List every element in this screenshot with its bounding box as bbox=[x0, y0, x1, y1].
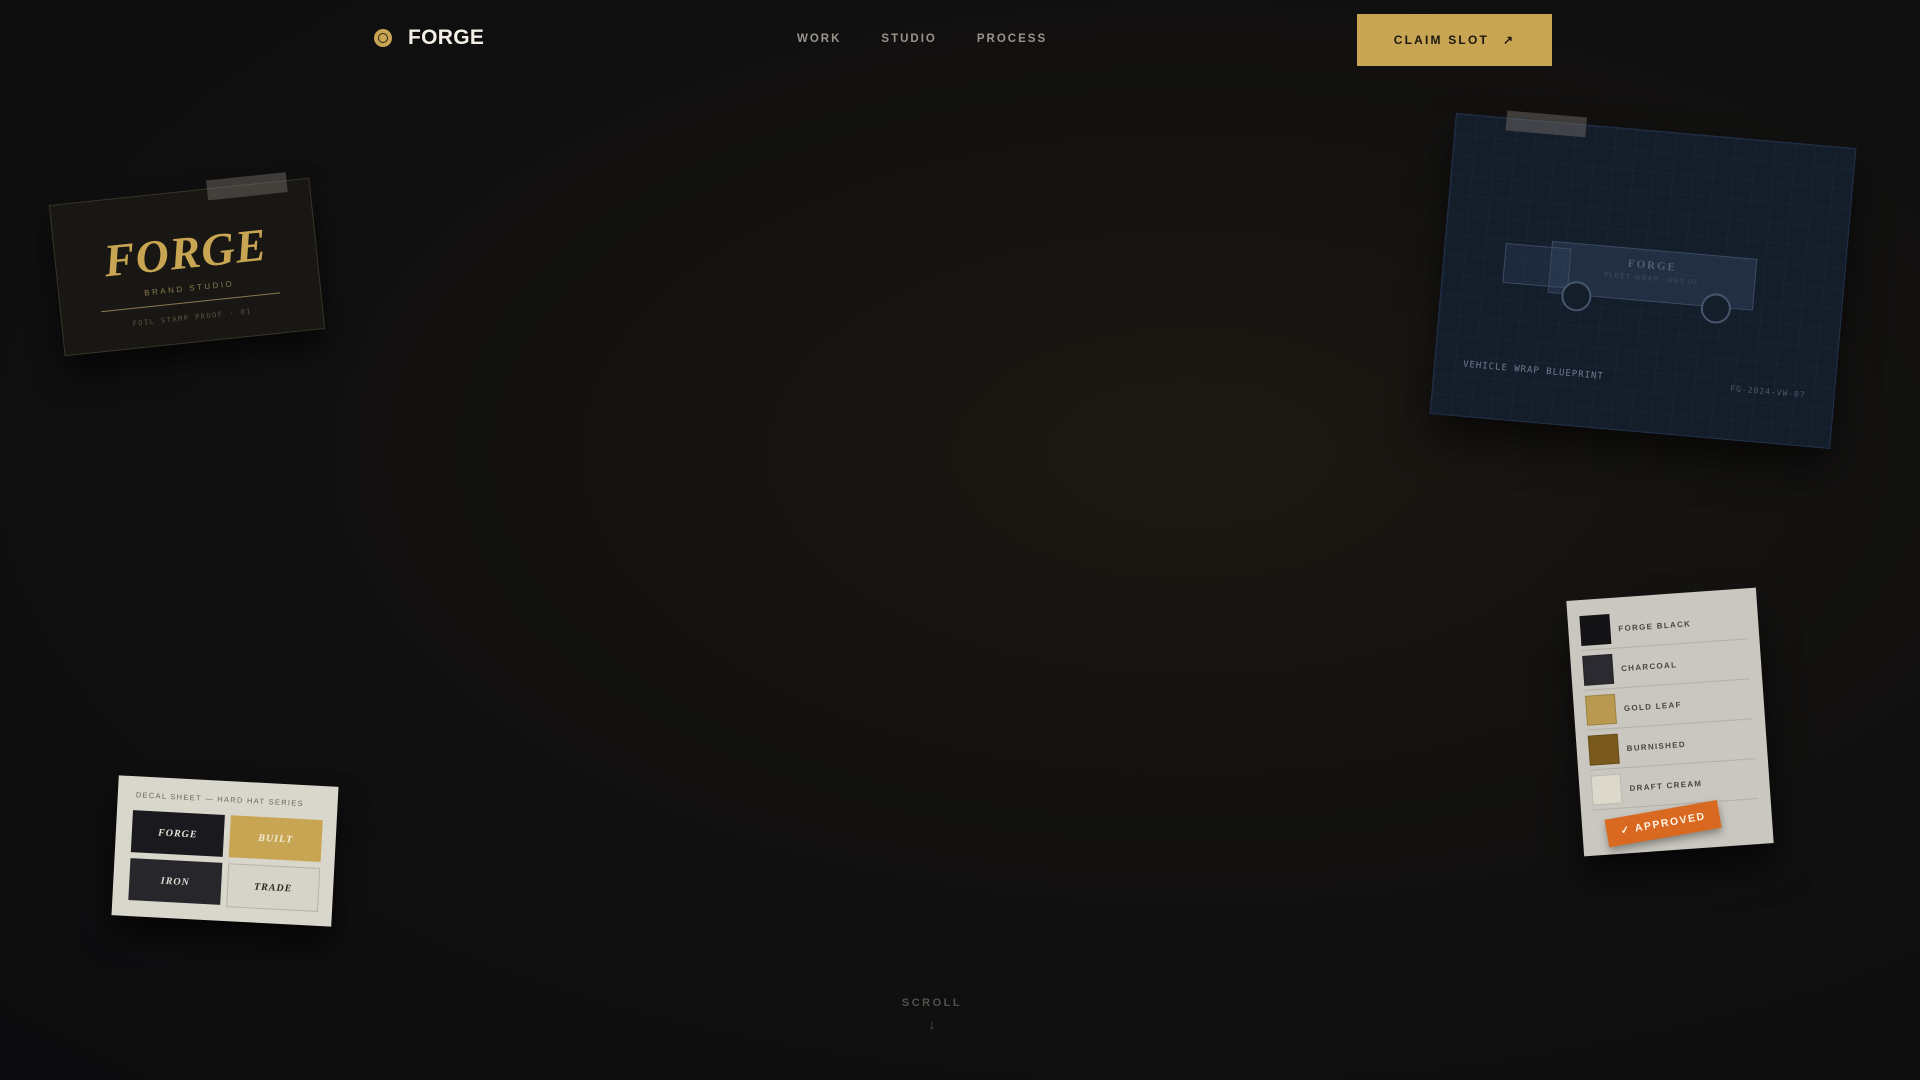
swatch-name: GOLD LEAF bbox=[1623, 699, 1683, 713]
arrow-up-right-icon: ↗ bbox=[1503, 33, 1516, 47]
swatch-name: BURNISHED bbox=[1626, 739, 1687, 753]
arrow-down-icon[interactable]: ↓ bbox=[0, 1016, 1864, 1032]
decal-grid: FORGE BUILT IRON TRADE bbox=[128, 810, 323, 912]
claim-slot-label: CLAIM SLOT bbox=[1393, 33, 1490, 47]
blueprint-code: FG-2024-VW-07 bbox=[1729, 384, 1807, 400]
decal-sheet-mockup: DECAL SHEET — HARD HAT SERIES FORGE BUILT… bbox=[111, 775, 339, 927]
decal-built: BUILT bbox=[228, 815, 323, 863]
swatch-chip bbox=[1590, 773, 1623, 806]
decal-forge: FORGE bbox=[130, 810, 225, 857]
swatch-name: FORGE BLACK bbox=[1618, 618, 1692, 633]
swatch-name: CHARCOAL bbox=[1620, 659, 1678, 673]
nav-work-link[interactable]: WORK bbox=[797, 33, 841, 45]
brand-logo[interactable]: FORGE bbox=[374, 26, 484, 50]
main-nav: WORK STUDIO PROCESS bbox=[797, 33, 1047, 45]
blueprint-label: VEHICLE WRAP BLUEPRINT bbox=[1462, 359, 1605, 382]
business-card-mockup: FORGE BRAND STUDIO FOIL STAMP PROOF · 01 bbox=[48, 172, 326, 357]
scroll-label[interactable]: SCROLL bbox=[0, 997, 1864, 1009]
swatch-chip bbox=[1584, 693, 1617, 726]
forge-emblem-icon bbox=[374, 29, 392, 47]
truck-illustration: FORGE FLEET WRAP · REV 07 bbox=[1499, 229, 1776, 342]
swatch-name: DRAFT CREAM bbox=[1629, 778, 1703, 793]
nav-studio-link[interactable]: STUDIO bbox=[881, 33, 936, 45]
swatch-chip bbox=[1587, 733, 1620, 766]
vehicle-wrap-blueprint: FORGE FLEET WRAP · REV 07 VEHICLE WRAP B… bbox=[1429, 110, 1857, 449]
brand-name: FORGE bbox=[408, 26, 485, 49]
color-swatch-card: DRAFT CREAM BURNISHED GOLD LEAF CHARCOAL FOR… bbox=[1566, 587, 1774, 857]
swatch-chip bbox=[1582, 653, 1615, 686]
business-card-meta: FOIL STAMP PROOF · 01 bbox=[132, 307, 253, 328]
decal-sheet-header: DECAL SHEET — HARD HAT SERIES bbox=[135, 790, 305, 809]
nav-process-link[interactable]: PROCESS bbox=[977, 33, 1047, 45]
decal-trade: TRADE bbox=[226, 863, 321, 912]
claim-slot-button[interactable]: CLAIM SLOT ↗ bbox=[1357, 14, 1552, 66]
tape-strip bbox=[1505, 110, 1588, 138]
swatch-chip bbox=[1579, 613, 1612, 646]
tape-strip bbox=[206, 172, 288, 201]
decal-iron: IRON bbox=[128, 858, 223, 905]
